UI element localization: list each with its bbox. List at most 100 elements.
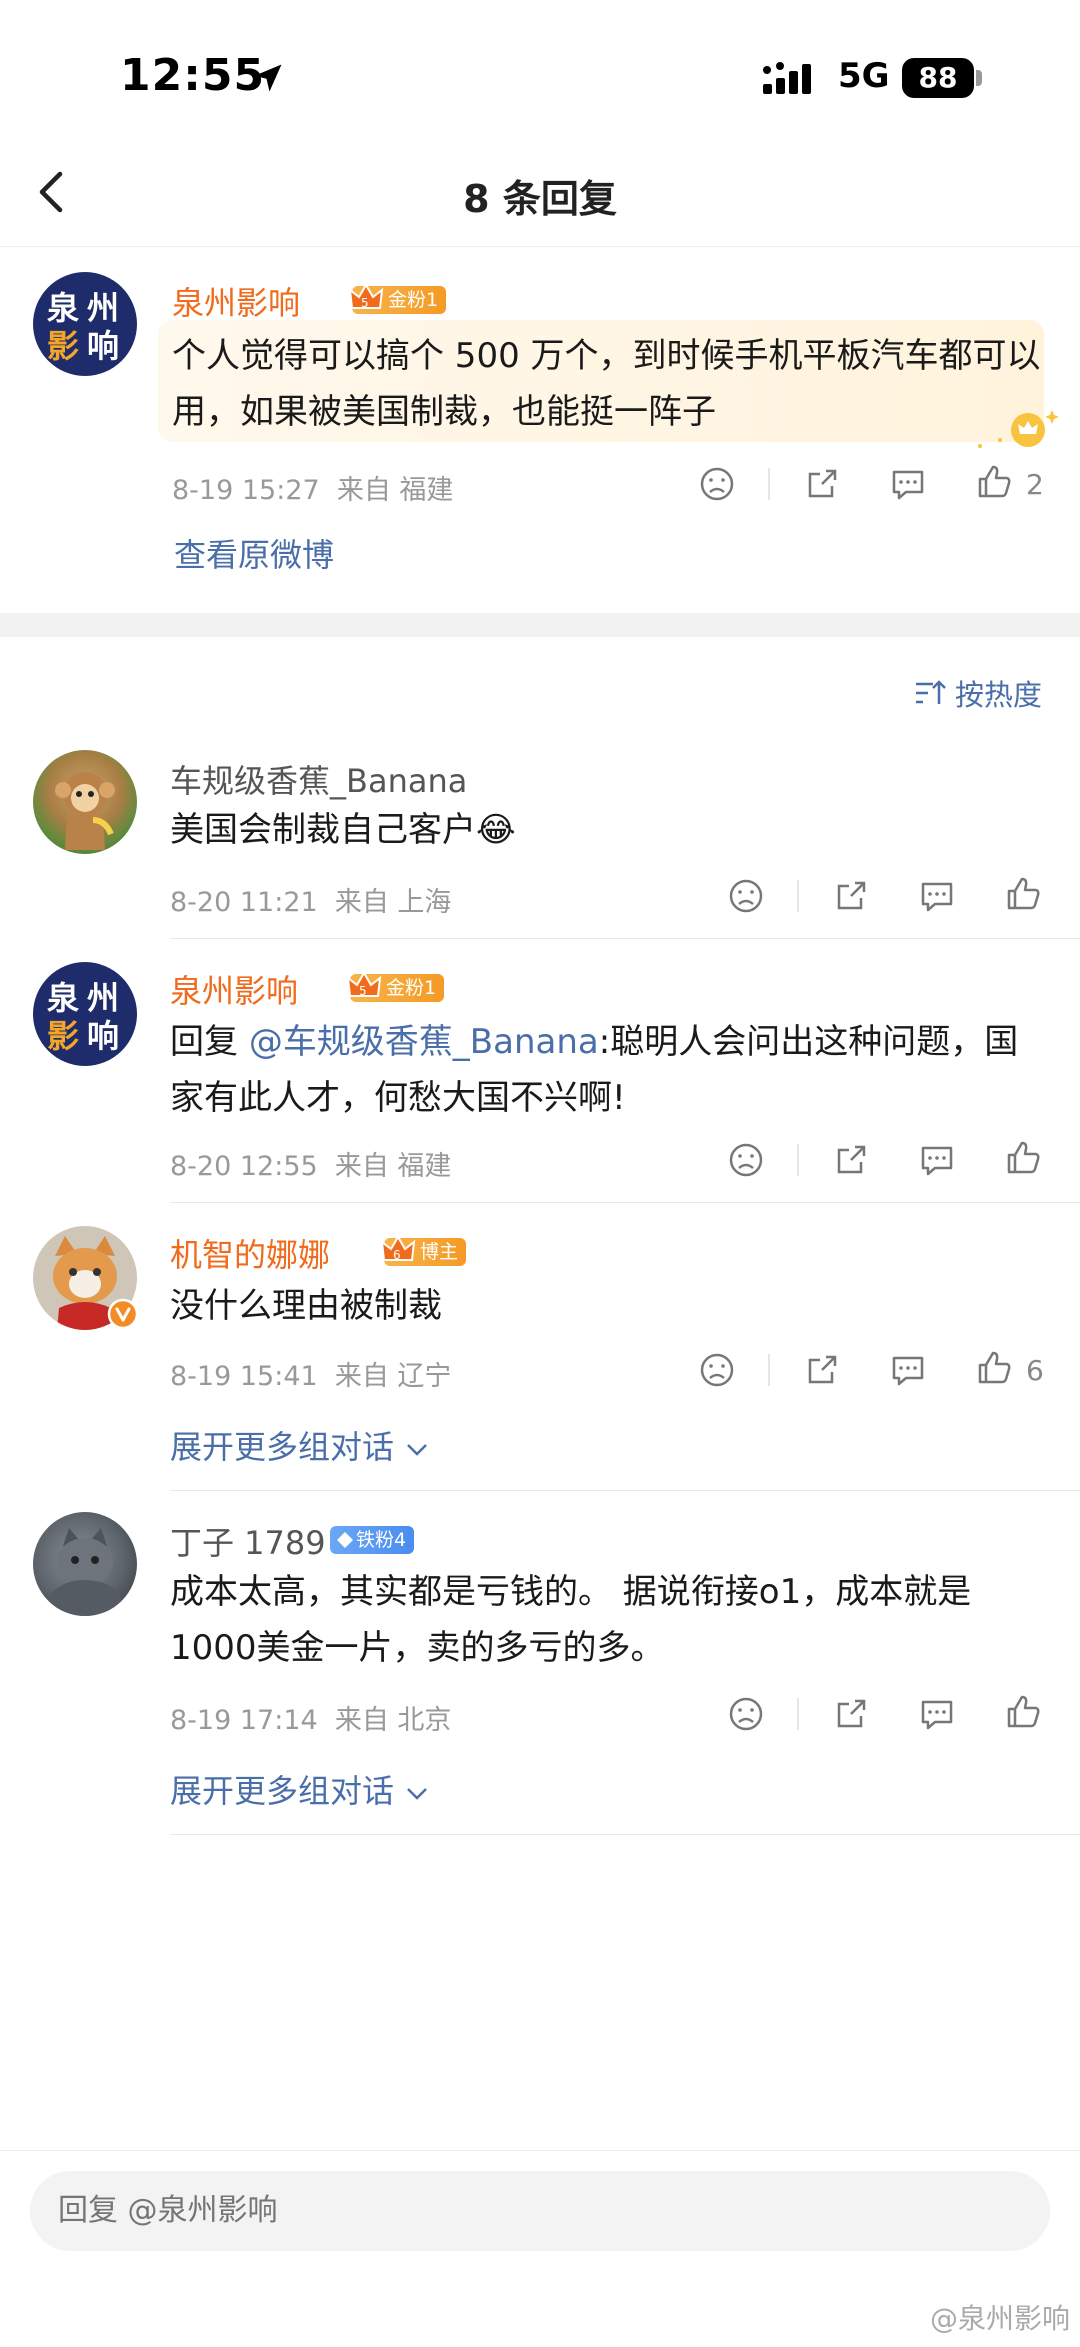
comment-icon[interactable] [917,1140,957,1180]
reply-text: 没什么理由被制裁 [170,1286,442,1326]
dislike-icon[interactable] [726,876,766,916]
comment-time: 8-19 15:27 来自 福建 [172,475,454,506]
like-count: 2 [1026,468,1044,501]
username[interactable]: 泉州影响 [172,278,300,324]
section-divider [0,613,1080,637]
badge-label: 铁粉4 [356,1529,407,1551]
like-count: 6 [1026,1354,1044,1387]
expand-label: 展开更多组对话 [170,1772,395,1810]
svg-text:6: 6 [393,1248,401,1262]
crown-icon: 6 [380,1235,416,1262]
avatar-char: 影 [47,327,80,365]
reply-input[interactable] [30,2171,1050,2251]
battery-icon: 88 [902,58,974,98]
expand-label: 展开更多组对话 [170,1428,395,1466]
view-original-link[interactable]: 查看原微博 [174,530,334,576]
chevron-down-icon [407,1444,428,1456]
expand-conversation-link[interactable]: 展开更多组对话 [170,1422,430,1468]
avatar-char: 州 [87,289,120,327]
badge-label: 博主 [420,1241,459,1263]
monkey-avatar-icon [55,772,115,850]
comment-icon[interactable] [888,1350,928,1390]
avatar-char: 州 [87,979,120,1017]
dislike-icon[interactable] [697,464,737,504]
dislike-icon[interactable] [726,1694,766,1734]
network-label: 5G [838,56,890,96]
like-icon[interactable] [974,1348,1014,1388]
avatar[interactable] [33,1512,137,1616]
fan-badge: 5 金粉1 [346,971,445,1002]
fan-badge: 6 博主 [380,1235,467,1266]
crown-icon: 5 [348,283,384,310]
comment-text: 个人觉得可以搞个 500 万个，到时候手机平板汽车都可以用，如果被美国制裁，也能… [172,336,1041,432]
verified-icon [107,1298,139,1330]
location-arrow-icon [254,64,282,92]
reply-text: 回复 @车规级香蕉_Banana:聪明人会问出这种问题，国家有此人才，何愁大国不… [170,1022,1019,1118]
like-icon[interactable] [1003,874,1043,914]
comment-icon[interactable] [917,876,957,916]
sort-label: 按热度 [955,678,1043,712]
share-icon[interactable] [802,1350,842,1390]
reply-time: 8-20 11:21 来自 上海 [170,887,452,918]
fan-badge: 铁粉4 [330,1526,415,1554]
battery-cap [976,70,982,86]
reply-time: 8-19 17:14 来自 北京 [170,1705,452,1736]
avatar[interactable]: 泉 州 影 响 [33,962,137,1066]
username[interactable]: 机智的娜娜 [170,1230,330,1276]
like-icon[interactable] [974,462,1014,502]
reply-time: 8-20 12:55 来自 福建 [170,1151,452,1182]
action-divider [797,1144,799,1176]
dislike-icon[interactable] [697,1350,737,1390]
chevron-down-icon [407,1788,428,1800]
avatar-char: 影 [47,1017,80,1055]
mention-link[interactable]: @车规级香蕉_Banana [249,1022,599,1062]
nav-bar: 8 条回复 [0,140,1080,247]
divider [170,1490,1080,1491]
expand-conversation-link[interactable]: 展开更多组对话 [170,1766,430,1812]
badge-label: 金粉1 [386,977,437,999]
page-title: 8 条回复 [463,177,617,221]
reply-text: 成本太高，其实都是亏钱的。 据说衔接o1，成本就是1000美金一片，卖的多亏的多… [170,1572,972,1668]
fan-badge: 5 金粉1 [348,283,447,314]
cat-avatar-icon [49,1528,121,1616]
avatar-char: 泉 [47,289,80,327]
share-icon[interactable] [831,876,871,916]
diamond-icon [337,1532,353,1548]
avatar-char: 泉 [47,979,80,1017]
divider [170,938,1080,939]
avatar-char: 响 [87,327,120,365]
svg-text:5: 5 [359,984,367,998]
badge-label: 金粉1 [388,289,439,311]
crown-icon: 5 [346,971,382,998]
action-divider [797,1698,799,1730]
action-divider [768,1354,770,1386]
dislike-icon[interactable] [726,1140,766,1180]
divider [170,1202,1080,1203]
share-icon[interactable] [802,464,842,504]
username[interactable]: 泉州影响 [170,966,298,1012]
share-icon[interactable] [831,1140,871,1180]
reply-text: 美国会制裁自己客户😂 [170,810,516,850]
comment-icon[interactable] [917,1694,957,1734]
laughing-emoji-icon: 😂 [476,810,516,850]
svg-text:5: 5 [361,296,369,310]
status-time: 12:55 [120,50,266,101]
action-divider [797,880,799,912]
avatar-char: 响 [87,1017,120,1055]
reply-time: 8-19 15:41 来自 辽宁 [170,1361,452,1392]
share-icon[interactable] [831,1694,871,1734]
username[interactable]: 车规级香蕉_Banana [170,756,467,802]
action-divider [768,468,770,500]
comment-icon[interactable] [888,464,928,504]
divider [170,1834,1080,1835]
reply-bar: @泉州影响 [0,2150,1080,2347]
sort-icon [916,680,946,704]
like-icon[interactable] [1003,1138,1043,1178]
watermark: @泉州影响 [929,2302,1070,2335]
username[interactable]: 丁子 1789 [170,1518,326,1564]
like-icon[interactable] [1003,1692,1043,1732]
avatar[interactable] [33,750,137,854]
status-bar: 12:55 5G 88 [0,0,1080,140]
signal-icon [763,62,811,94]
avatar[interactable]: 泉 州 影 响 [33,272,137,376]
